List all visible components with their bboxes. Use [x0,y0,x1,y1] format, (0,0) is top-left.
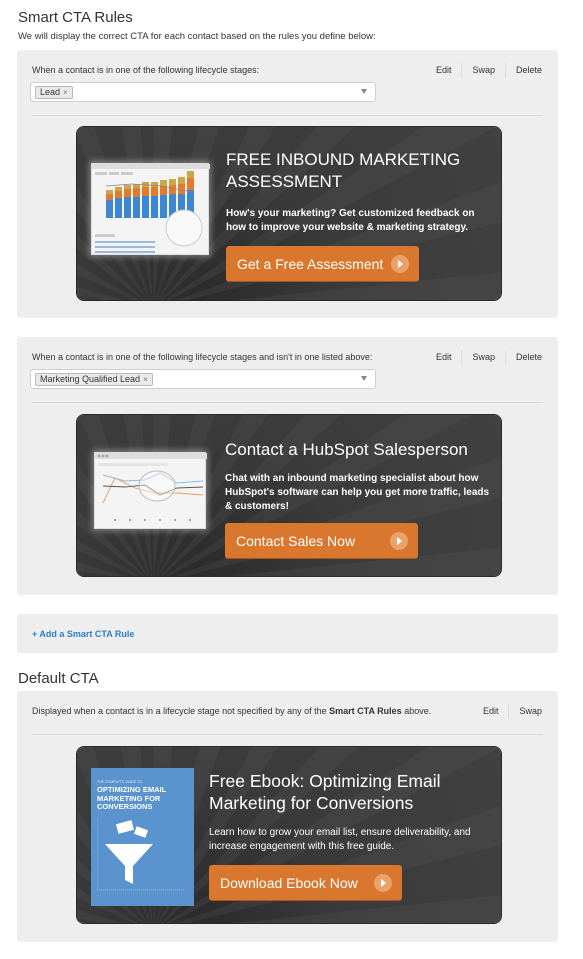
download-ebook-now-button[interactable]: Download Ebook Now [209,865,402,901]
edit-button[interactable]: Edit [426,350,462,364]
button-label: Download Ebook Now [220,875,358,891]
add-rule-panel: + Add a Smart CTA Rule [17,614,558,653]
label-text-end: above. [401,706,432,716]
rule-1-label: When a contact is in one of the followin… [32,65,260,75]
default-cta-panel: Displayed when a contact is in a lifecyc… [17,691,558,942]
dashboard-screenshot-image [91,163,210,255]
remove-tag-icon[interactable]: × [63,88,68,97]
divider [32,402,543,403]
add-smart-cta-rule-link[interactable]: + Add a Smart CTA Rule [32,629,134,639]
chevron-down-icon[interactable] [361,89,367,94]
remove-tag-icon[interactable]: × [143,375,148,384]
landing-page-analytics-image [94,452,207,529]
rule-panel-2: When a contact is in one of the followin… [17,337,558,595]
ebook-title: OPTIMIZING EMAIL MARKETING FOR CONVERSIO… [97,785,167,811]
delete-button[interactable]: Delete [504,350,544,364]
edit-button[interactable]: Edit [426,63,462,77]
cta-preview-2[interactable]: Contact a HubSpot Salesperson Chat with … [77,415,501,576]
play-arrow-icon [374,874,392,892]
rule-1-actions: Edit Swap Delete [426,63,544,77]
label-bold-text: Smart CTA Rules [329,706,402,716]
rule-2-actions: Edit Swap Delete [426,350,544,364]
contact-sales-now-button[interactable]: Contact Sales Now [225,523,418,559]
funnel-envelope-icon [97,820,185,891]
chevron-down-icon[interactable] [361,376,367,381]
smart-cta-rules-title: Smart CTA Rules [18,9,133,26]
get-free-assessment-button[interactable]: Get a Free Assessment [226,246,419,282]
swap-button[interactable]: Swap [461,350,505,364]
cta-description: Learn how to grow your email list, ensur… [209,827,471,852]
delete-button[interactable]: Delete [504,63,544,77]
cta-title: Contact a HubSpot Salesperson [225,440,468,459]
rule-2-label: When a contact is in one of the followin… [32,352,373,362]
cta-description: How's your marketing? Get customized fee… [226,208,475,233]
divider [32,115,543,116]
cta-preview-default[interactable]: THE COMPLETE GUIDE TO OPTIMIZING EMAIL M… [77,747,501,923]
tag-label: Lead [40,87,61,97]
edit-button[interactable]: Edit [473,704,509,718]
default-cta-title: Default CTA [18,670,99,687]
swap-button[interactable]: Swap [508,704,544,718]
divider [32,734,543,735]
cta-title: Free Ebook: Optimizing Email Marketing f… [209,771,441,813]
cta-title: FREE INBOUND MARKETING ASSESSMENT [226,150,461,191]
swap-button[interactable]: Swap [461,63,505,77]
selected-tag: Marketing Qualified Lead × [35,373,153,386]
default-cta-label: Displayed when a contact is in a lifecyc… [32,706,431,716]
selected-tag: Lead × [35,86,73,99]
label-text: Displayed when a contact is in a lifecyc… [32,706,330,716]
ebook-cover-image: THE COMPLETE GUIDE TO OPTIMIZING EMAIL M… [91,768,194,906]
default-cta-actions: Edit Swap [473,704,544,718]
button-label: Contact Sales Now [236,533,356,549]
play-arrow-icon [390,532,408,550]
ebook-kicker: THE COMPLETE GUIDE TO [97,780,142,784]
tag-label: Marketing Qualified Lead [40,374,141,384]
play-arrow-icon [391,255,409,273]
lifecycle-stage-select[interactable]: Marketing Qualified Lead × [30,369,376,389]
lifecycle-stage-select[interactable]: Lead × [30,82,376,102]
rule-panel-1: When a contact is in one of the followin… [17,50,558,318]
button-label: Get a Free Assessment [237,256,384,272]
cta-description: Chat with an inbound marketing specialis… [225,473,490,512]
cta-preview-1[interactable]: FREE INBOUND MARKETING ASSESSMENT How's … [77,127,501,300]
smart-cta-rules-subtitle: We will display the correct CTA for each… [18,31,376,42]
